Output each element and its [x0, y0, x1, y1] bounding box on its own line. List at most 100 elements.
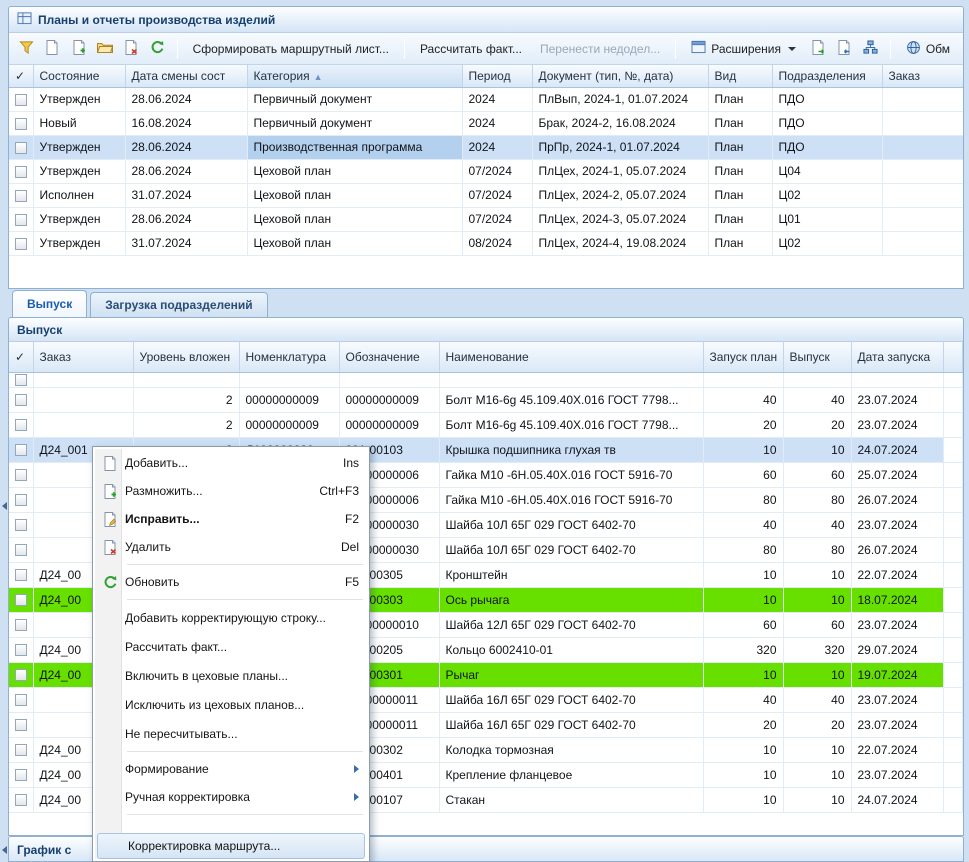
delete-button[interactable] [120, 37, 142, 61]
row-checkbox[interactable] [15, 644, 27, 656]
refresh-button[interactable] [146, 37, 168, 61]
cell-launch-date: 18.07.2024 [858, 593, 918, 607]
row-checkbox[interactable] [15, 769, 27, 781]
delete-document-icon [95, 540, 125, 555]
menu-item-formation[interactable]: Формирование [95, 755, 367, 783]
plan-row[interactable]: Исполнен 31.07.2024 Цеховой план 07/2024… [9, 183, 963, 207]
collapse-splitter-button[interactable] [0, 496, 8, 516]
menu-item-exclude-shop-plans[interactable]: Исключить из цеховых планов... [95, 690, 367, 719]
filter-button[interactable] [15, 37, 37, 61]
col-order[interactable]: Заказ [882, 65, 963, 87]
row-checkbox[interactable] [15, 694, 27, 706]
submenu-arrow-icon [354, 793, 359, 801]
col-launch-date[interactable]: Дата запуска [851, 342, 943, 372]
row-checkbox[interactable] [15, 118, 27, 130]
menu-item-refresh[interactable]: Обновить F5 [95, 568, 367, 596]
col-state[interactable]: Состояние [33, 65, 125, 87]
col-document[interactable]: Документ (тип, №, дата) [532, 65, 708, 87]
row-checkbox[interactable] [15, 419, 27, 431]
tab-zagruzka-podrazdeleniy[interactable]: Загрузка подразделений [90, 292, 267, 317]
menu-item-route-correction[interactable]: Корректировка маршрута... [97, 833, 365, 859]
col-designation[interactable]: Обозначение [339, 342, 439, 372]
plan-row[interactable]: Утвержден 28.06.2024 Производственная пр… [9, 135, 963, 159]
plan-row[interactable]: Утвержден 31.07.2024 Цеховой план 08/202… [9, 231, 963, 255]
cell-department: ПДО [779, 140, 805, 154]
row-checkbox[interactable] [15, 619, 27, 631]
row-checkbox[interactable] [15, 394, 27, 406]
plan-row[interactable]: Новый 16.08.2024 Первичный документ 2024… [9, 111, 963, 135]
sitemap-icon [863, 40, 878, 58]
hierarchy-button[interactable] [860, 37, 882, 61]
cell-launch-plan: 10 [763, 793, 776, 807]
output-row[interactable]: 2 00000000009 00000000009 Болт М16-6g 45… [9, 387, 963, 412]
col-launch-plan[interactable]: Запуск план [703, 342, 783, 372]
duplicate-button[interactable] [68, 37, 90, 61]
col-order[interactable]: Заказ [33, 342, 133, 372]
tab-vypusk[interactable]: Выпуск [12, 290, 87, 317]
cell-designation: 00000000009 [346, 393, 419, 407]
col-category[interactable]: Категория▲ [247, 65, 462, 87]
cell-launch-plan: 40 [763, 693, 776, 707]
col-output[interactable]: Выпуск [783, 342, 851, 372]
cell-name: Гайка М10 -6Н.05.40Х.016 ГОСТ 5916-70 [446, 468, 673, 482]
row-checkbox[interactable] [15, 719, 27, 731]
row-checkbox[interactable] [15, 374, 27, 386]
menu-item-no-recalc[interactable]: Не пересчитывать... [95, 719, 367, 748]
export-button[interactable] [807, 37, 829, 61]
collapse-bottom-splitter-button[interactable] [0, 840, 8, 860]
menu-item-add[interactable]: Добавить... Ins [95, 449, 367, 477]
row-checkbox[interactable] [15, 94, 27, 106]
plan-row[interactable]: Утвержден 28.06.2024 Цеховой план 07/202… [9, 159, 963, 183]
col-nomenclature[interactable]: Номенклатура [239, 342, 339, 372]
extensions-button[interactable]: Расширения [684, 37, 803, 60]
col-state-date[interactable]: Дата смены сост [125, 65, 247, 87]
import-button[interactable] [833, 37, 855, 61]
row-checkbox[interactable] [15, 190, 27, 202]
col-name[interactable]: Наименование [439, 342, 703, 372]
menu-item-calc-fact[interactable]: Рассчитать факт... [95, 632, 367, 661]
col-kind[interactable]: Вид [708, 65, 772, 87]
row-checkbox[interactable] [15, 444, 27, 456]
row-checkbox[interactable] [15, 469, 27, 481]
row-checkbox[interactable] [15, 166, 27, 178]
output-row[interactable] [9, 372, 963, 387]
menu-item-delete[interactable]: Удалить Del [95, 533, 367, 561]
plan-row[interactable]: Утвержден 28.06.2024 Первичный документ … [9, 87, 963, 111]
col-departments[interactable]: Подразделения [772, 65, 882, 87]
cell-state: Утвержден [40, 212, 101, 226]
arrow-left-icon [2, 502, 7, 510]
menu-item-manual-correction[interactable]: Ручная корректировка [95, 783, 367, 811]
cell-launch-date: 23.07.2024 [858, 618, 918, 632]
menu-item-include-shop-plans[interactable]: Включить в цеховые планы... [95, 661, 367, 690]
toolbar-separator [177, 39, 178, 59]
row-checkbox[interactable] [15, 494, 27, 506]
row-checkbox[interactable] [15, 569, 27, 581]
calc-fact-button[interactable]: Рассчитать факт... [413, 39, 529, 59]
row-checkbox[interactable] [15, 794, 27, 806]
select-all-header[interactable]: ✓ [9, 342, 33, 372]
row-checkbox[interactable] [15, 544, 27, 556]
output-row[interactable]: 2 00000000009 00000000009 Болт М16-6g 45… [9, 412, 963, 437]
carry-over-button: Перенести недодел... [533, 39, 667, 59]
menu-item-edit[interactable]: Исправить... F2 [95, 505, 367, 533]
row-checkbox[interactable] [15, 519, 27, 531]
row-checkbox[interactable] [15, 669, 27, 681]
menu-item-add-correction-line[interactable]: Добавить корректирующую строку... [95, 603, 367, 632]
row-checkbox[interactable] [15, 142, 27, 154]
open-folder-button[interactable] [94, 37, 116, 61]
row-checkbox[interactable] [15, 594, 27, 606]
menu-item-duplicate[interactable]: Размножить... Ctrl+F3 [95, 477, 367, 505]
add-button[interactable] [41, 37, 63, 61]
select-all-header[interactable]: ✓ [9, 65, 33, 87]
col-period[interactable]: Период [462, 65, 532, 87]
row-checkbox[interactable] [15, 238, 27, 250]
menu-separator [127, 564, 363, 565]
row-checkbox[interactable] [15, 744, 27, 756]
col-nesting-level[interactable]: Уровень вложен [133, 342, 239, 372]
cell-state-date: 28.06.2024 [132, 164, 192, 178]
row-checkbox[interactable] [15, 214, 27, 226]
cell-name: Кронштейн [446, 568, 508, 582]
plan-row[interactable]: Утвержден 28.06.2024 Цеховой план 07/202… [9, 207, 963, 231]
exchange-button[interactable]: Обм [899, 37, 957, 61]
route-sheet-button[interactable]: Сформировать маршрутный лист... [186, 39, 396, 59]
